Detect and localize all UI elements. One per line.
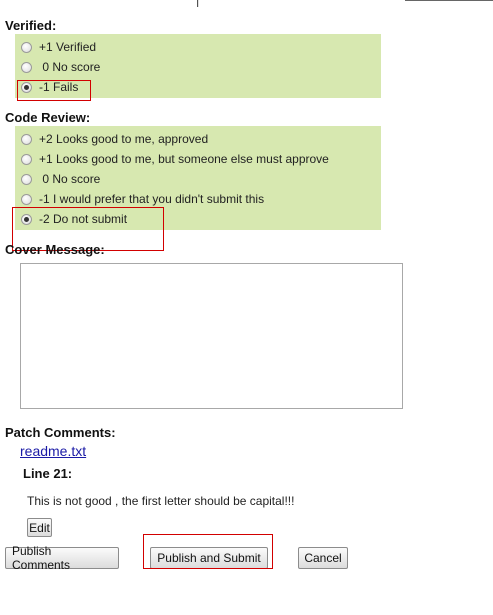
cover-message-input[interactable]: [20, 263, 403, 409]
highlight-box-verified: [17, 80, 91, 101]
line-number-label: Line 21:: [23, 466, 73, 481]
radio-button[interactable]: [21, 153, 32, 165]
radio-button[interactable]: [21, 173, 32, 185]
text-cursor-icon: I: [196, 0, 200, 10]
option-label: +1 Looks good to me, but someone else mu…: [39, 152, 329, 166]
option-label: -1 I would prefer that you didn't submit…: [39, 192, 265, 206]
code-review-option-plus1[interactable]: +1 Looks good to me, but someone else mu…: [21, 149, 329, 169]
edit-comment-button[interactable]: Edit: [27, 518, 52, 537]
code-review-label: Code Review:: [5, 110, 91, 125]
comment-text: This is not good , the first letter shou…: [27, 494, 295, 508]
verified-label: Verified:: [5, 18, 57, 33]
option-label: +1 Verified: [39, 40, 97, 54]
top-divider: [405, 0, 493, 1]
option-label: 0 No score: [39, 60, 101, 74]
verified-option-plus1[interactable]: +1 Verified: [21, 37, 96, 57]
highlight-box-publish-submit: [143, 534, 273, 569]
cover-message-label: Cover Message:: [5, 242, 105, 257]
code-review-option-minus1[interactable]: -1 I would prefer that you didn't submit…: [21, 189, 264, 209]
option-label: +2 Looks good to me, approved: [39, 132, 209, 146]
option-label: 0 No score: [39, 172, 101, 186]
radio-button[interactable]: [21, 41, 32, 53]
radio-button[interactable]: [21, 193, 32, 205]
code-review-option-plus2[interactable]: +2 Looks good to me, approved: [21, 129, 208, 149]
radio-button[interactable]: [21, 61, 32, 73]
publish-comments-button[interactable]: Publish Comments: [5, 544, 119, 572]
code-review-option-zero[interactable]: 0 No score: [21, 169, 100, 189]
verified-option-zero[interactable]: 0 No score: [21, 57, 100, 77]
cancel-button[interactable]: Cancel: [298, 547, 348, 569]
file-link-readme[interactable]: readme.txt: [20, 443, 86, 459]
radio-button[interactable]: [21, 133, 32, 145]
patch-comments-label: Patch Comments:: [5, 425, 116, 440]
